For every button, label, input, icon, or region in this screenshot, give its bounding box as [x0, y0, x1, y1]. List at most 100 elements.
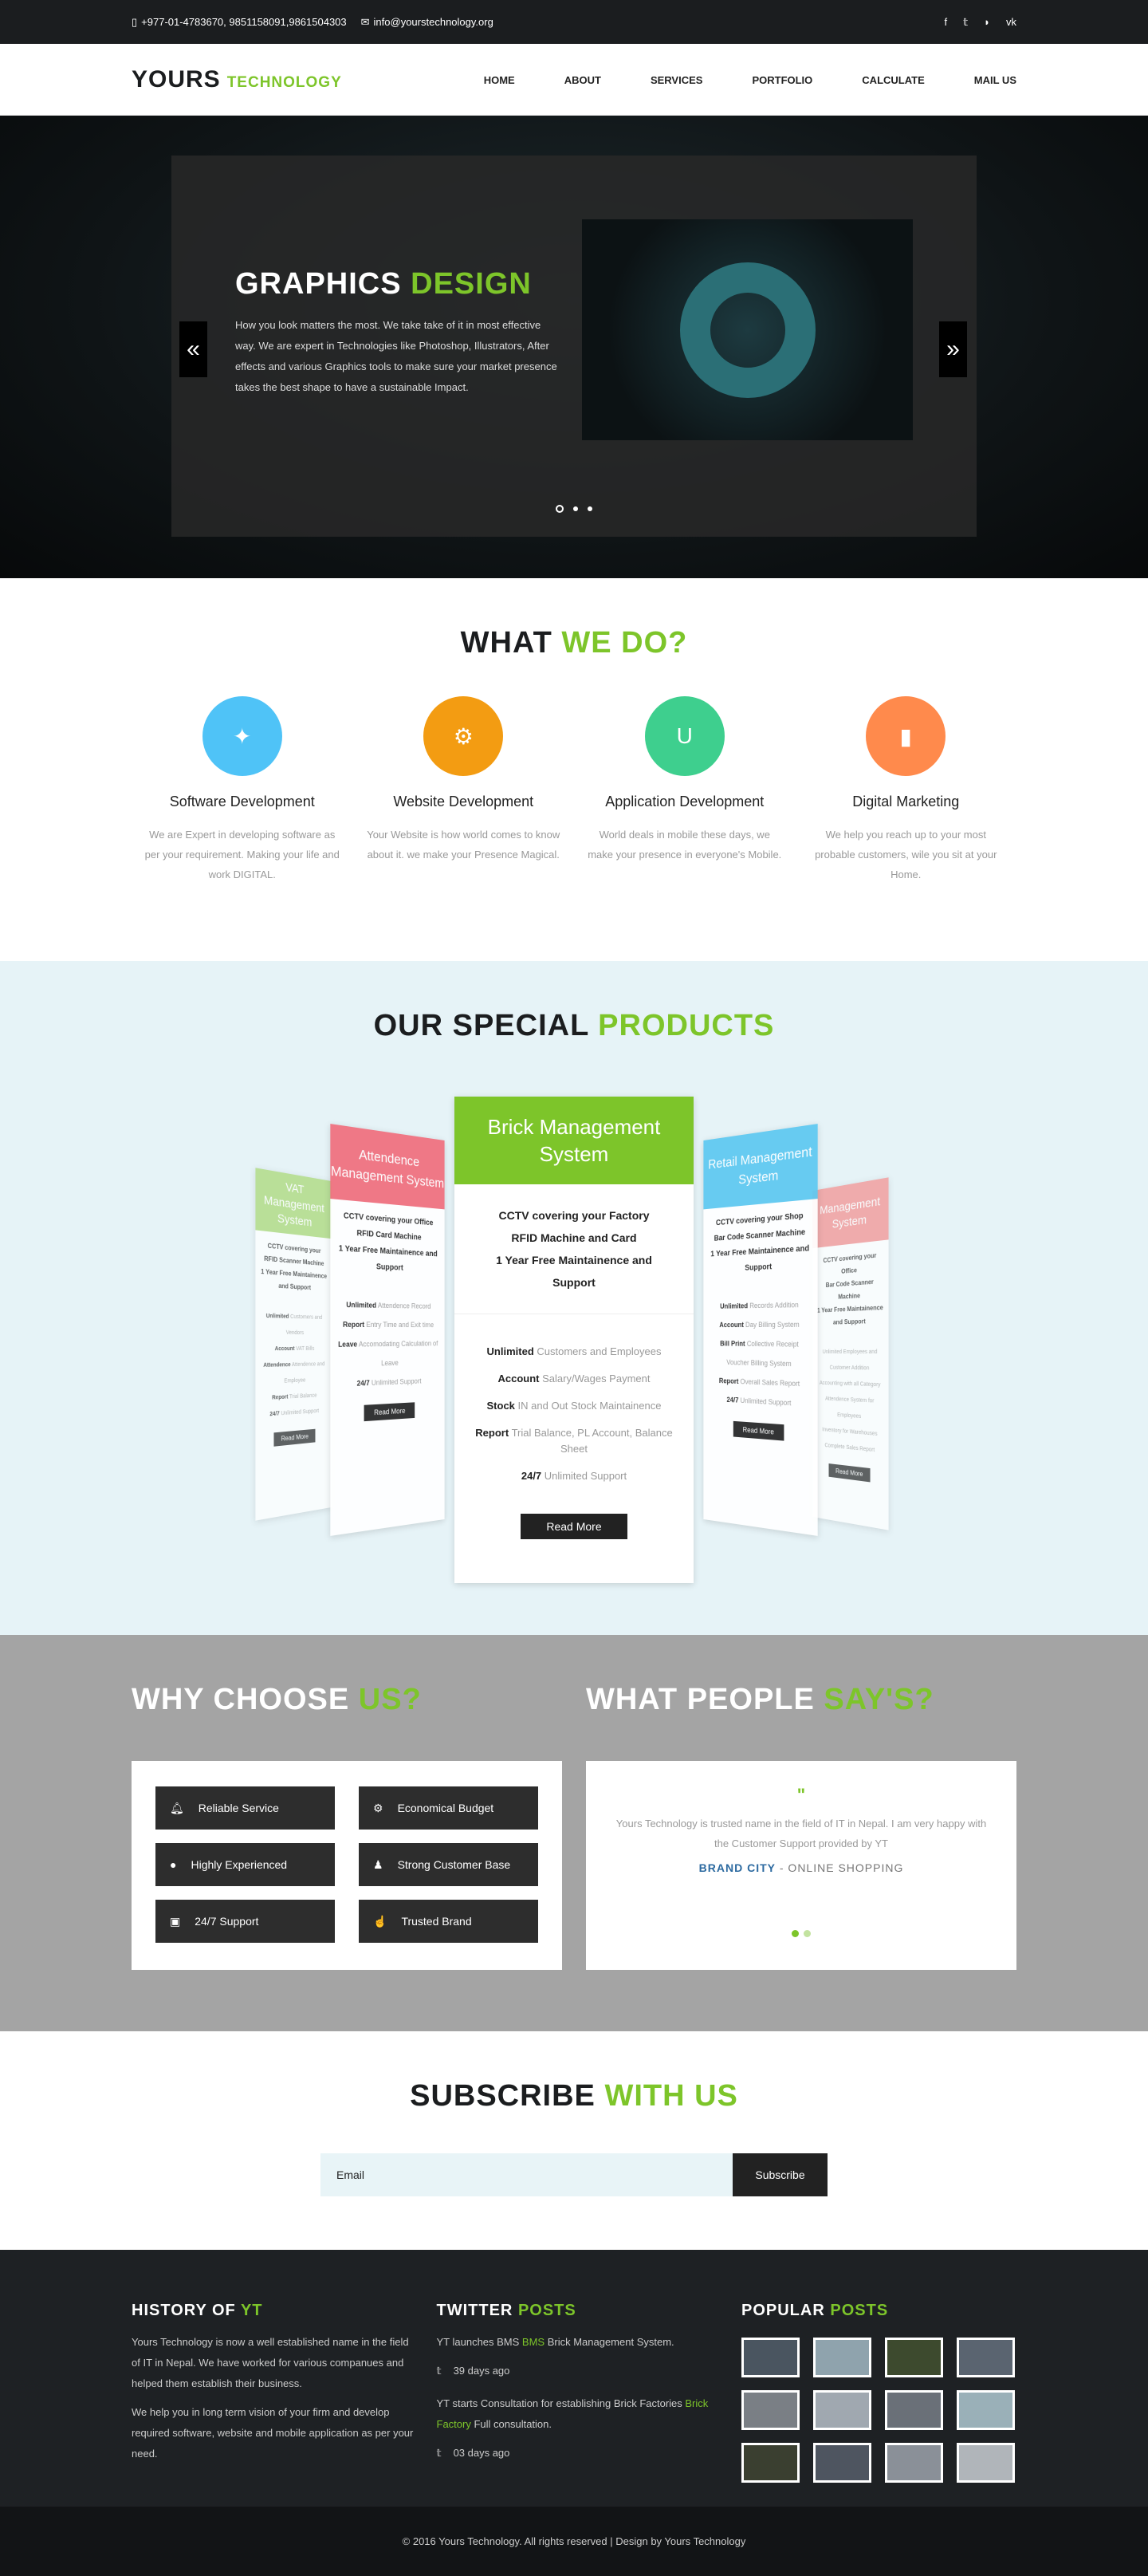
post-thumbnail[interactable]: [885, 2338, 943, 2377]
software-icon: ✦: [202, 696, 282, 776]
service-text: We are Expert in developing software as …: [144, 829, 340, 880]
feature-reliable-service[interactable]: 🔔︎ Reliable Service: [155, 1786, 335, 1830]
read-more-button[interactable]: Read More: [364, 1402, 415, 1422]
testimonial-dot[interactable]: [804, 1930, 811, 1937]
magnet-icon: U: [644, 696, 725, 776]
nav-services[interactable]: SERVICES: [651, 74, 703, 86]
service-item: ⚙ Website Development Your Website is how …: [353, 696, 575, 884]
testimonial-text: Yours Technology is trusted name in the …: [615, 1818, 987, 1849]
facebook-icon[interactable]: f: [944, 16, 947, 29]
post-thumbnail[interactable]: [741, 2443, 800, 2483]
feature-economical-budget[interactable]: ⚙ Economical Budget: [359, 1786, 538, 1830]
nav-mail-us[interactable]: MAIL US: [974, 74, 1016, 86]
tweet: YT launches BMS BMS Brick Management Sys…: [437, 2332, 720, 2381]
section-title: WHAT PEOPLE SAY'S?: [586, 1683, 934, 1716]
post-thumbnail[interactable]: [885, 2443, 943, 2483]
envelope-icon: ✉: [360, 15, 370, 28]
read-more-button[interactable]: Read More: [733, 1420, 784, 1441]
post-thumbnail[interactable]: [813, 2338, 871, 2377]
what-we-do-section: WHAT WE DO? ✦ Software Development We are …: [0, 578, 1148, 961]
feature-highly-experienced[interactable]: ● Highly Experienced: [155, 1843, 335, 1886]
vk-icon[interactable]: vk: [1006, 16, 1016, 29]
twitter-icon: 𝕥: [436, 2447, 442, 2459]
tweet: YT starts Consultation for establishing …: [437, 2393, 720, 2464]
next-slide-button[interactable]: »: [939, 321, 967, 377]
service-item: U Application Development World deals in m…: [574, 696, 796, 884]
section-title: OUR SPECIAL PRODUCTS: [373, 1009, 775, 1042]
slide-text: How you look matters the most. We take t…: [235, 319, 557, 393]
slider-dots: [0, 505, 1148, 513]
gear-icon: ⚙: [423, 696, 504, 776]
post-thumbnail[interactable]: [957, 2443, 1015, 2483]
product-card-retail: Retail Management System CCTV covering y…: [703, 1124, 818, 1536]
post-thumbnail[interactable]: [885, 2390, 943, 2430]
card-title: Attendence Management System: [330, 1124, 445, 1210]
thumbs-up-icon: ☝: [373, 1914, 387, 1928]
read-more-button[interactable]: Read More: [273, 1428, 316, 1447]
product-card-management: Management System CCTV covering your Off…: [812, 1177, 889, 1530]
nav-calculate[interactable]: CALCULATE: [862, 74, 924, 86]
service-text: Your Website is how world comes to know …: [367, 829, 560, 861]
tweet-link[interactable]: BMS: [522, 2336, 545, 2348]
post-thumbnail[interactable]: [957, 2338, 1015, 2377]
testimonial-dots: [610, 1930, 993, 1937]
testimonial-dot[interactable]: [792, 1930, 799, 1937]
email-input[interactable]: Email: [320, 2153, 733, 2196]
nav-about[interactable]: ABOUT: [564, 74, 601, 86]
read-more-button[interactable]: Read More: [828, 1463, 871, 1483]
post-thumbnail[interactable]: [813, 2390, 871, 2430]
quote-icon: ": [796, 1785, 806, 1805]
service-item: ▮ Digital Marketing We help you reach up t…: [796, 696, 1017, 884]
why-choose-section: WHY CHOOSE US? 🔔︎ Reliable Service ⚙ Econo…: [0, 1635, 1148, 2031]
read-more-button[interactable]: Read More: [521, 1514, 627, 1539]
product-card-attendence: Attendence Management System CCTV coveri…: [330, 1124, 445, 1536]
rss-icon[interactable]: ◗: [984, 16, 990, 29]
service-title: Software Development: [169, 794, 315, 809]
card-title: VAT Management System: [255, 1168, 332, 1239]
service-text: We help you reach up to your most probab…: [815, 829, 997, 880]
feature-support[interactable]: ▣ 24/7 Support: [155, 1900, 335, 1943]
footer-heading: HISTORY OF YT: [132, 2302, 263, 2319]
footer: HISTORY OF YT Yours Technology is now a …: [0, 2250, 1148, 2507]
card-title: Retail Management System: [703, 1124, 818, 1210]
subscribe-button[interactable]: Subscribe: [733, 2153, 828, 2196]
feature-trusted-brand[interactable]: ☝ Trusted Brand: [359, 1900, 538, 1943]
post-thumbnail[interactable]: [813, 2443, 871, 2483]
card-title: Management System: [812, 1177, 889, 1249]
gear-icon: ⚙: [373, 1801, 383, 1814]
post-thumbnail[interactable]: [957, 2390, 1015, 2430]
user-icon: ♟: [373, 1857, 383, 1871]
logo[interactable]: YOURS TECHNOLOGY: [132, 66, 342, 93]
slider-dot[interactable]: [556, 505, 564, 513]
nav-portfolio[interactable]: PORTFOLIO: [752, 74, 812, 86]
footer-heading: POPULAR POSTS: [741, 2302, 889, 2319]
footer-heading: TWITTER POSTS: [436, 2302, 576, 2319]
topbar: ▯ +977-01-4783670, 9851158091,9861504303 …: [0, 0, 1148, 44]
slider-dot[interactable]: [588, 506, 592, 511]
feature-strong-customer-base[interactable]: ♟ Strong Customer Base: [359, 1843, 538, 1886]
comments-icon: ●: [170, 1858, 177, 1871]
service-title: Website Development: [393, 794, 534, 809]
main-nav: HOME ABOUT SERVICES PORTFOLIO CALCULATE …: [434, 74, 1016, 86]
email-info[interactable]: ✉ info@yourstechnology.org: [361, 16, 493, 29]
subscribe-section: SUBSCRIBE WITH US Email Subscribe: [0, 2031, 1148, 2250]
product-card-vat: VAT Management System CCTV covering your…: [255, 1168, 332, 1521]
prev-slide-button[interactable]: «: [179, 321, 207, 377]
service-item: ✦ Software Development We are Expert in de…: [132, 696, 353, 884]
products-section: OUR SPECIAL PRODUCTS VAT Management Syst…: [0, 961, 1148, 1635]
post-thumbnail[interactable]: [741, 2338, 800, 2377]
product-card-brick: Brick Management System CCTV covering yo…: [454, 1097, 694, 1583]
testimonial-author: BRAND CITY - ONLINE SHOPPING: [698, 1861, 904, 1874]
section-title: WHY CHOOSE US?: [132, 1683, 422, 1716]
footer-text: Yours Technology is now a well establish…: [132, 2336, 409, 2389]
slider-dot[interactable]: [573, 506, 578, 511]
service-title: Application Development: [605, 794, 765, 809]
graphic-logo-icon: [679, 262, 816, 398]
slide-image: [582, 219, 913, 440]
twitter-icon: 𝕥: [436, 2365, 442, 2377]
service-title: Digital Marketing: [852, 794, 960, 809]
money-icon: ▣: [170, 1914, 181, 1928]
post-thumbnail[interactable]: [741, 2390, 800, 2430]
nav-home[interactable]: HOME: [484, 74, 515, 86]
twitter-icon[interactable]: 𝕥: [963, 16, 968, 29]
